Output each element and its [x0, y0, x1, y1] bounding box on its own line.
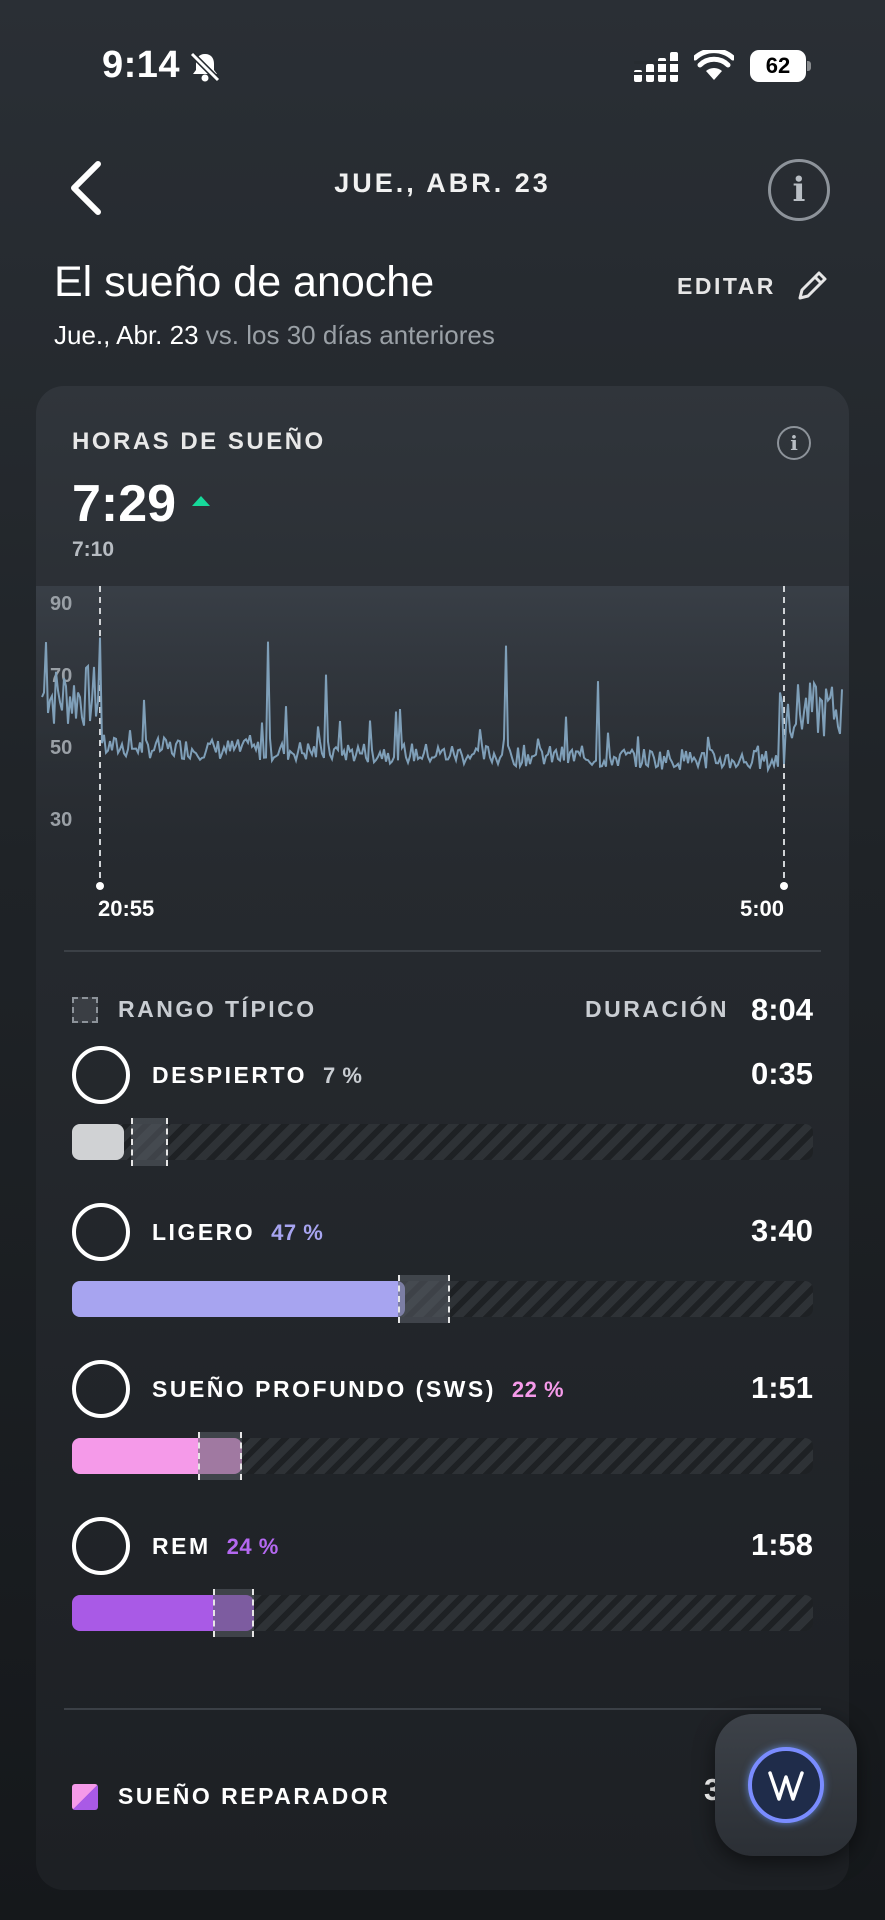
stage-label: DESPIERTO — [152, 1062, 307, 1088]
stage-bar-track — [72, 1118, 813, 1166]
stage-circle-icon — [72, 1203, 130, 1261]
stage-label: SUEÑO PROFUNDO (SWS) — [152, 1376, 496, 1402]
stage-percent: 24 % — [226, 1534, 279, 1559]
battery-tip — [807, 61, 811, 71]
y-tick-30: 30 — [50, 809, 72, 831]
stage-bar-fill — [72, 1281, 406, 1317]
sleep-start-dot — [96, 882, 104, 890]
y-tick-50: 50 — [50, 737, 72, 759]
pencil-icon — [798, 271, 827, 300]
stage-label: REM — [152, 1533, 211, 1559]
y-tick-70: 70 — [50, 665, 72, 687]
info-icon[interactable]: i — [768, 159, 830, 221]
card-title: HORAS DE SUEÑO — [72, 428, 326, 455]
stage-name: DESPIERTO 7 % — [152, 1062, 362, 1089]
stage-bar-fill — [72, 1124, 124, 1160]
sleep-stage-row[interactable]: LIGERO 47 % 3:40 — [72, 1203, 813, 1333]
chart-end-time: 5:00 — [740, 896, 784, 916]
restorative-label: SUEÑO REPARADOR — [118, 1783, 391, 1809]
stage-time: 0:35 — [750, 1056, 813, 1091]
stage-percent: 7 % — [323, 1063, 363, 1088]
stage-bar-track — [72, 1432, 813, 1480]
typical-range-swatch — [72, 997, 98, 1023]
typical-range-marker — [212, 1589, 254, 1637]
battery-level: 62 — [750, 50, 806, 82]
header-date: JUE., ABR. 23 — [334, 168, 551, 198]
duration-value: 8:04 — [750, 992, 813, 1027]
stage-bar-track — [72, 1589, 813, 1637]
divider — [64, 950, 821, 952]
typical-range-marker — [197, 1432, 243, 1480]
status-time: 9:14 — [102, 44, 181, 86]
whoop-coach-button[interactable] — [715, 1714, 857, 1856]
subtitle-comparison: vs. los 30 días anteriores — [198, 320, 495, 350]
divider — [64, 1708, 821, 1710]
stage-name: SUEÑO PROFUNDO (SWS) 22 % — [152, 1376, 564, 1403]
page-title: El sueño de anoche — [54, 258, 435, 306]
stage-time: 3:40 — [750, 1213, 813, 1248]
edit-label: EDITAR — [677, 272, 776, 299]
wifi-icon — [694, 50, 734, 80]
status-bar: 9:14 62 — [0, 0, 885, 130]
edit-button[interactable]: EDITAR — [677, 264, 832, 308]
cellular-signal-icon — [634, 52, 678, 82]
sleep-hours-value: 7:29 — [72, 475, 177, 533]
stage-bar-track — [72, 1275, 813, 1323]
stage-circle-icon — [72, 1046, 130, 1104]
stage-label: LIGERO — [152, 1219, 256, 1245]
trend-up-icon — [192, 496, 210, 506]
heart-rate-chart: 90 70 50 30 20:55 5:00 — [36, 586, 849, 916]
stage-name: LIGERO 47 % — [152, 1219, 323, 1246]
typical-range-label: RANGO TÍPICO — [118, 996, 317, 1022]
stage-percent: 47 % — [271, 1220, 324, 1245]
restorative-swatch — [72, 1784, 98, 1810]
stage-circle-icon — [72, 1517, 130, 1575]
duration-label: DURACIÓN — [585, 996, 729, 1022]
stage-time: 1:51 — [750, 1370, 813, 1405]
stage-circle-icon — [72, 1360, 130, 1418]
chart-start-time: 20:55 — [98, 896, 154, 916]
typical-range-marker — [131, 1118, 169, 1166]
sleep-end-dot — [780, 882, 788, 890]
battery-icon: 62 — [750, 50, 812, 82]
whoop-logo-icon — [748, 1747, 824, 1823]
sleep-stage-row[interactable]: DESPIERTO 7 % 0:35 — [72, 1046, 813, 1176]
sleep-hours-baseline: 7:10 — [72, 538, 115, 561]
page-subtitle: Jue., Abr. 23 vs. los 30 días anteriores — [54, 320, 495, 351]
subtitle-date: Jue., Abr. 23 — [54, 320, 199, 350]
sleep-stage-row[interactable]: SUEÑO PROFUNDO (SWS) 22 % 1:51 — [72, 1360, 813, 1490]
sleep-stage-row[interactable]: REM 24 % 1:58 — [72, 1517, 813, 1647]
card-info-icon[interactable]: i — [777, 426, 811, 460]
y-tick-90: 90 — [50, 593, 72, 615]
stage-legend: RANGO TÍPICO DURACIÓN 8:04 — [72, 992, 813, 1032]
stage-name: REM 24 % — [152, 1533, 279, 1560]
stage-percent: 22 % — [511, 1377, 565, 1402]
bell-muted-icon — [189, 51, 221, 83]
sleep-hours-card: HORAS DE SUEÑO i 7:29 7:10 90 70 50 30 2… — [36, 386, 849, 1890]
stage-time: 1:58 — [750, 1527, 813, 1562]
typical-range-marker — [398, 1275, 450, 1323]
